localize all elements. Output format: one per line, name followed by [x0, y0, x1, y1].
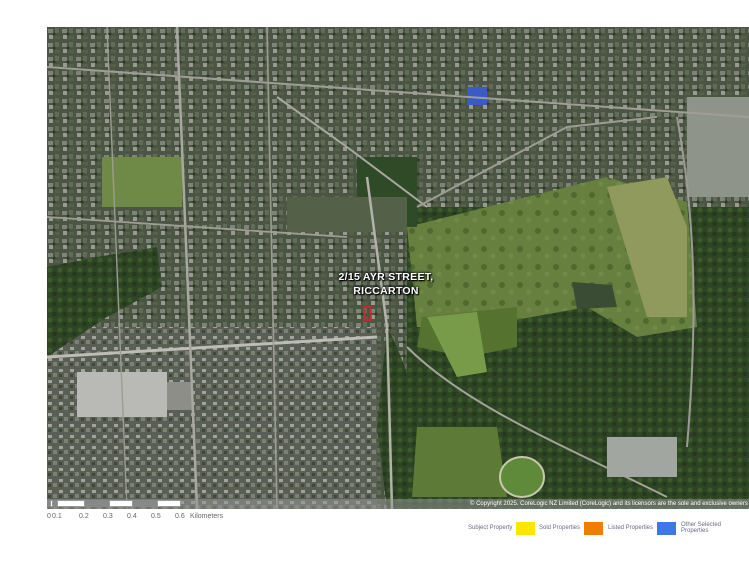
- scale-segment: [57, 500, 85, 507]
- scale-tick-label: 0.6: [175, 513, 185, 520]
- aerial-imagery: [47, 27, 749, 509]
- legend-label: Listed Properties: [608, 525, 654, 531]
- scale-tick-label: 0.1: [52, 513, 62, 520]
- scale-bar: 0 0.1 0.2 0.3 0.4 0.5 0.6 Kilometers: [47, 500, 247, 530]
- scale-segment: [133, 500, 157, 507]
- scale-tick-label: 0.4: [127, 513, 137, 520]
- scale-tick-label: 0.3: [103, 513, 113, 520]
- scale-tick-label: 0.2: [79, 513, 89, 520]
- legend-swatch-yellow: [516, 521, 536, 535]
- scale-segment: [109, 500, 133, 507]
- legend-subject-property: Subject Property: [468, 520, 536, 536]
- legend-listed-properties: Listed Properties: [608, 520, 677, 536]
- scale-segment: [157, 500, 181, 507]
- legend-sold-properties: Sold Properties: [539, 520, 604, 536]
- scale-tick-label: 0: [47, 513, 51, 520]
- subject-address-label: 2/15 AYR STREET, RICCARTON: [326, 270, 446, 298]
- address-line2: RICCARTON: [353, 285, 419, 297]
- legend-label: Subject Property: [468, 525, 513, 531]
- aerial-map[interactable]: 2/15 AYR STREET, RICCARTON © Copyright 2…: [47, 27, 749, 509]
- legend-label: Other Selected Properties: [681, 522, 722, 534]
- scale-unit-label: Kilometers: [190, 513, 224, 520]
- legend-other-selected-properties: Other Selected Properties: [681, 520, 749, 536]
- scale-tick-label: 0.5: [151, 513, 161, 520]
- legend-swatch-blue: [657, 521, 677, 535]
- address-line1: 2/15 AYR STREET,: [338, 271, 434, 283]
- legend-label: Sold Properties: [539, 525, 581, 531]
- legend-swatch-orange: [584, 521, 604, 535]
- scale-segment: [85, 500, 109, 507]
